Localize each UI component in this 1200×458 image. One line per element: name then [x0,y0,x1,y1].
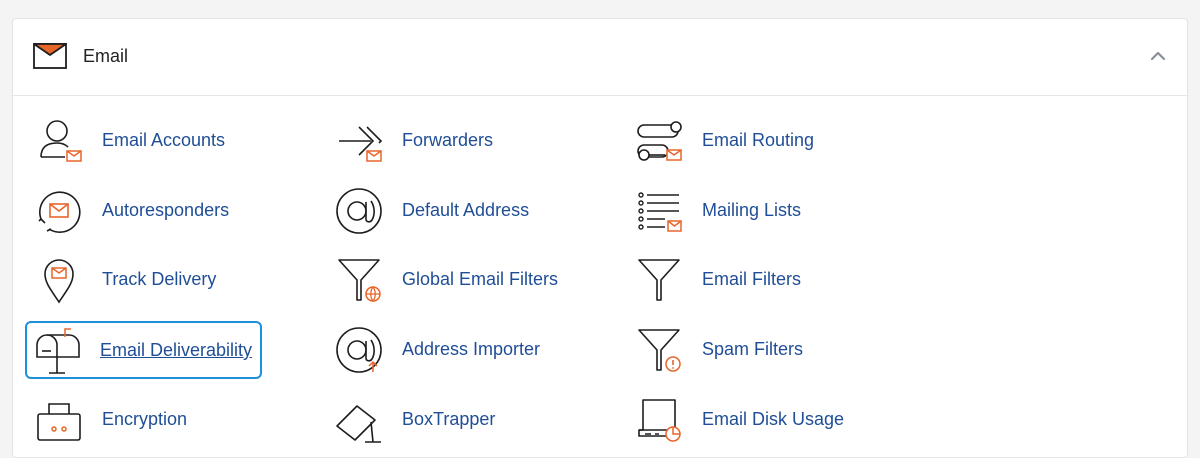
forward-arrow-icon [335,117,383,165]
envelope-icon [33,43,67,69]
user-mail-icon [35,117,83,165]
item-label: Address Importer [402,339,541,359]
globe-filter-icon [335,256,383,304]
global-email-filters-link[interactable]: Global Email Filters [327,254,577,306]
boxtrapper-link[interactable]: BoxTrapper [327,394,557,446]
item-label: Encryption [102,409,188,429]
item-label: BoxTrapper [402,409,496,429]
item-label: Default Address [402,200,530,220]
item-label: Email Routing [702,130,815,150]
chevron-up-icon[interactable] [1149,47,1167,65]
email-accounts-link[interactable]: Email Accounts [27,115,257,167]
email-disk-usage-link[interactable]: Email Disk Usage [627,394,877,446]
item-label: Global Email Filters [402,269,559,289]
default-address-link[interactable]: Default Address [327,185,557,237]
item-label: Track Delivery [102,269,217,289]
filter-icon [635,256,683,304]
at-sign-icon [335,187,383,235]
email-routing-link[interactable]: Email Routing [627,115,857,167]
track-delivery-link[interactable]: Track Delivery [27,254,257,306]
routing-icon [635,117,683,165]
item-label: Spam Filters [702,339,804,359]
email-deliverability-link[interactable]: Email Deliverability [25,321,262,379]
disk-usage-icon [635,396,683,444]
lock-box-icon [35,396,83,444]
email-section-header[interactable]: Email [13,19,1187,96]
location-pin-icon [35,256,83,304]
item-label: Autoresponders [102,200,230,220]
item-label: Email Deliverability [100,340,253,360]
mailing-lists-link[interactable]: Mailing Lists [627,185,857,237]
at-import-icon [335,326,383,374]
spam-filter-icon [635,326,683,374]
address-importer-link[interactable]: Address Importer [327,324,577,376]
autoresponder-icon [35,187,83,235]
item-label: Mailing Lists [702,200,802,220]
boxtrapper-icon [335,396,383,444]
section-title: Email [83,46,129,66]
item-label: Email Accounts [102,130,226,150]
item-label: Email Filters [702,269,802,289]
item-label: Forwarders [402,130,494,150]
spam-filters-link[interactable]: Spam Filters [627,324,857,376]
mailbox-icon [33,327,81,375]
email-filters-link[interactable]: Email Filters [627,254,857,306]
encryption-link[interactable]: Encryption [27,394,257,446]
item-label: Email Disk Usage [702,409,845,429]
forwarders-link[interactable]: Forwarders [327,115,557,167]
autoresponders-link[interactable]: Autoresponders [27,185,257,237]
email-section-panel: Email Email Accounts Forwarders Email Ro… [12,18,1188,458]
list-mail-icon [635,187,683,235]
